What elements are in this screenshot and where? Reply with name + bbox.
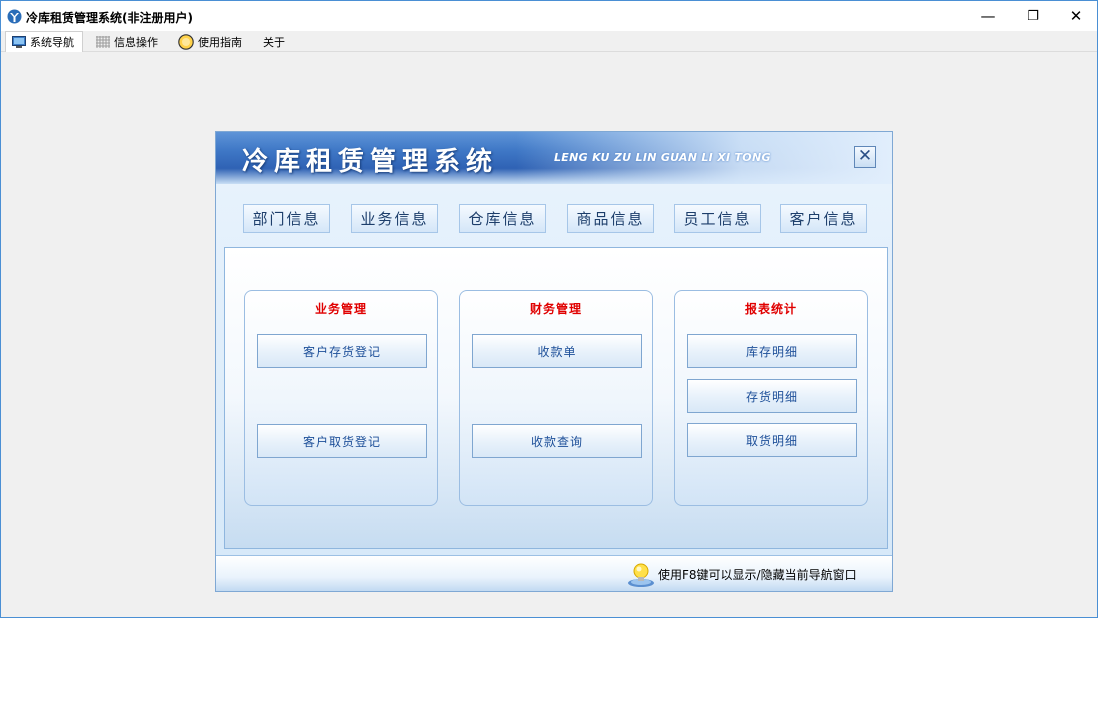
tab-user-guide[interactable]: 使用指南 <box>178 31 242 52</box>
workspace: 冷库租赁管理系统 LENG KU ZU LIN GUAN LI XI TONG … <box>1 53 1097 617</box>
monitor-icon <box>12 36 26 48</box>
footer-hint: 使用F8键可以显示/隐藏当前导航窗口 <box>658 568 857 582</box>
minimize-button[interactable]: — <box>965 1 1011 31</box>
employee-info-button[interactable]: 员工信息 <box>674 204 761 233</box>
receipt-query-button[interactable]: 收款查询 <box>472 424 642 458</box>
restore-button[interactable]: ❐ <box>1010 1 1056 31</box>
panel-title: 冷库租赁管理系统 <box>242 147 499 177</box>
app-window: 冷库租赁管理系统(非注册用户) — ❐ ✕ 系统导航 信息操作 使用指南 关于 … <box>0 0 1098 618</box>
tab-label: 信息操作 <box>114 35 158 49</box>
stock-in-detail-button[interactable]: 存货明细 <box>687 379 857 413</box>
panel-close-button[interactable]: ✕ <box>854 146 876 168</box>
report-statistics-group: 报表统计 库存明细 存货明细 取货明细 <box>674 290 868 506</box>
tab-system-nav[interactable]: 系统导航 <box>5 31 83 52</box>
tab-bar: 系统导航 信息操作 使用指南 关于 <box>1 31 1097 52</box>
panel-subtitle: LENG KU ZU LIN GUAN LI XI TONG <box>554 151 771 164</box>
department-info-button[interactable]: 部门信息 <box>243 204 330 233</box>
close-icon: ✕ <box>1069 7 1083 25</box>
finance-management-group: 财务管理 收款单 收款查询 <box>459 290 653 506</box>
panel-footer: 使用F8键可以显示/隐藏当前导航窗口 <box>216 555 892 591</box>
panel-body: 部门信息 业务信息 仓库信息 商品信息 员工信息 客户信息 业务管理 客户存货登… <box>216 184 892 555</box>
app-logo-icon <box>7 9 22 24</box>
close-button[interactable]: ✕ <box>1053 1 1098 31</box>
customer-info-button[interactable]: 客户信息 <box>780 204 867 233</box>
product-info-button[interactable]: 商品信息 <box>567 204 654 233</box>
help-icon <box>178 33 194 50</box>
warehouse-info-button[interactable]: 仓库信息 <box>459 204 546 233</box>
tab-about[interactable]: 关于 <box>263 31 285 52</box>
tab-label: 使用指南 <box>198 35 242 49</box>
tab-label: 关于 <box>263 35 285 49</box>
business-info-button[interactable]: 业务信息 <box>351 204 438 233</box>
minimize-icon: — <box>980 7 996 25</box>
grid-icon <box>96 35 110 48</box>
customer-stock-in-button[interactable]: 客户存货登记 <box>257 334 427 368</box>
inventory-detail-button[interactable]: 库存明细 <box>687 334 857 368</box>
pickup-detail-button[interactable]: 取货明细 <box>687 423 857 457</box>
receipt-button[interactable]: 收款单 <box>472 334 642 368</box>
group-title: 业务管理 <box>314 302 367 316</box>
group-title: 财务管理 <box>529 302 582 316</box>
close-icon: ✕ <box>857 146 873 166</box>
window-title: 冷库租赁管理系统(非注册用户) <box>26 11 193 25</box>
lightbulb-icon <box>628 563 654 587</box>
tab-info-ops[interactable]: 信息操作 <box>96 31 158 52</box>
restore-icon: ❐ <box>1027 8 1039 24</box>
panel-header: 冷库租赁管理系统 LENG KU ZU LIN GUAN LI XI TONG … <box>216 132 892 184</box>
group-title: 报表统计 <box>744 302 797 316</box>
customer-pickup-button[interactable]: 客户取货登记 <box>257 424 427 458</box>
business-management-group: 业务管理 客户存货登记 客户取货登记 <box>244 290 438 506</box>
title-bar: 冷库租赁管理系统(非注册用户) — ❐ ✕ <box>1 1 1097 31</box>
navigation-panel: 冷库租赁管理系统 LENG KU ZU LIN GUAN LI XI TONG … <box>215 131 893 592</box>
tab-label: 系统导航 <box>30 36 74 49</box>
function-area: 业务管理 客户存货登记 客户取货登记 财务管理 收款单 收款查询 报表统计 库存… <box>224 247 888 549</box>
